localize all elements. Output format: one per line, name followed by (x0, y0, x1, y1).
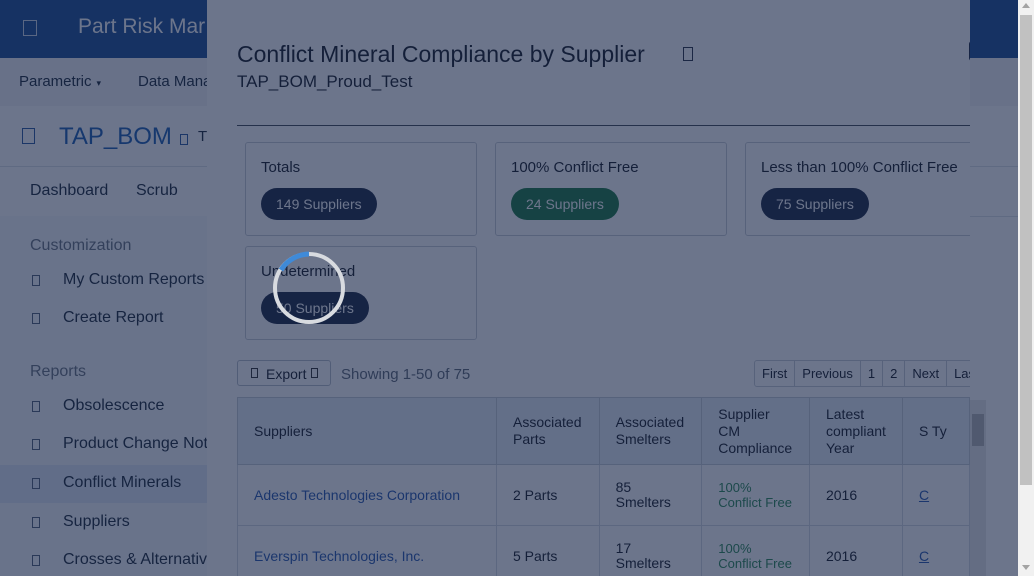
compliance-cell: 100% Conflict Free (701, 525, 810, 576)
sidebar-item-crosses-alternatives[interactable]: Crosses & Alternativ (0, 542, 207, 580)
col-associated-parts[interactable]: Associated Parts (496, 397, 600, 465)
divider (237, 125, 970, 126)
compliance-cell: 100% Conflict Free (701, 464, 810, 526)
sidebar-item-label: Crosses & Alternativ (63, 551, 208, 568)
supplier-table: Suppliers Associated Parts Associated Sm… (237, 397, 970, 576)
tab-dashboard[interactable]: Dashboard (30, 182, 108, 200)
supplier-icon (32, 517, 40, 528)
obsolescence-icon (32, 401, 40, 412)
supplier-table-wrap: Suppliers Associated Parts Associated Sm… (237, 397, 970, 576)
year-cell: 2016 (808, 525, 903, 576)
page-next[interactable]: Next (905, 361, 948, 386)
totals-badge[interactable]: 149 Suppliers (261, 188, 377, 220)
card-totals: Totals 149 Suppliers (245, 142, 477, 236)
sidebar-item-product-change-notices[interactable]: Product Change Not (0, 426, 208, 464)
bom-icon (22, 128, 35, 144)
showing-count: Showing 1-50 of 75 (341, 366, 471, 383)
table-row: Adesto Technologies Corporation 2 Parts … (237, 464, 970, 526)
card-label: 100% Conflict Free (511, 159, 639, 176)
sidebar-item-my-custom-reports[interactable]: My Custom Reports (0, 262, 207, 300)
app-title: Part Risk Mar (78, 15, 206, 38)
col-associated-smelters[interactable]: Associated Smelters (598, 397, 703, 465)
loading-spinner-icon (273, 251, 345, 324)
card-less-than-conflict-free: Less than 100% Conflict Free 75 Supplier… (745, 142, 970, 236)
conflict-free-badge[interactable]: 24 Suppliers (511, 188, 619, 220)
col-supplier-cm-compliance[interactable]: Supplier CM Compliance (701, 397, 810, 465)
type-link[interactable]: C (901, 464, 970, 526)
plus-icon (32, 313, 40, 324)
crosses-icon (32, 555, 40, 566)
table-scrollbar[interactable] (970, 400, 986, 576)
parts-cell: 2 Parts (496, 464, 600, 526)
year-cell: 2016 (808, 464, 903, 526)
close-button[interactable] (969, 41, 970, 61)
page-first[interactable]: First (755, 361, 796, 386)
chevron-down-icon (311, 368, 318, 378)
pagination: First Previous 1 2 Next Last (754, 360, 970, 387)
sidebar-heading-reports: Reports (30, 363, 87, 380)
scroll-down-icon[interactable] (1022, 565, 1030, 570)
col-supplier-type[interactable]: S Ty (901, 397, 970, 465)
edit-icon[interactable] (180, 134, 188, 145)
sidebar-item-suppliers[interactable]: Suppliers (0, 504, 207, 542)
info-icon[interactable] (683, 47, 693, 61)
sidebar-item-label: Obsolescence (63, 397, 165, 414)
page-previous[interactable]: Previous (795, 361, 861, 386)
sidebar-item-label: Create Report (63, 309, 164, 326)
parts-cell: 5 Parts (496, 525, 600, 576)
page-scrollbar-thumb[interactable] (1020, 15, 1032, 485)
sidebar-item-conflict-minerals[interactable]: Conflict Minerals (0, 465, 207, 503)
nav-data-management[interactable]: Data Mana (138, 73, 211, 90)
export-label: Export (266, 366, 307, 382)
sidebar-item-create-report[interactable]: Create Report (0, 300, 207, 338)
sidebar-item-label: My Custom Reports (63, 271, 205, 288)
sidebar-item-label: Conflict Minerals (63, 474, 182, 491)
page-scrollbar[interactable] (1018, 0, 1034, 576)
mineral-icon (32, 478, 40, 489)
smelters-cell: 17 Smelters (598, 525, 703, 576)
page-last[interactable]: Last (947, 361, 970, 386)
report-icon (32, 275, 40, 286)
sidebar-item-label: Product Change Not (63, 435, 208, 452)
supplier-link[interactable]: Adesto Technologies Corporation (237, 464, 497, 526)
card-label: Less than 100% Conflict Free (761, 159, 958, 176)
card-label: Totals (261, 159, 301, 176)
table-header-row: Suppliers Associated Parts Associated Sm… (237, 397, 970, 465)
bom-title: TAP_BOM (59, 123, 172, 150)
table-row: Everspin Technologies, Inc. 5 Parts 17 S… (237, 525, 970, 576)
sidebar-heading-customization: Customization (30, 237, 132, 254)
modal-title: Conflict Mineral Compliance by Supplier (237, 41, 645, 67)
less-conflict-free-badge[interactable]: 75 Suppliers (761, 188, 869, 220)
chevron-down-icon: ▾ (96, 78, 102, 88)
col-latest-compliant-year[interactable]: Latest compliant Year (808, 397, 903, 465)
col-suppliers[interactable]: Suppliers (237, 397, 497, 465)
table-scrollbar-thumb[interactable] (972, 414, 984, 446)
bom-suffix: T (198, 128, 208, 145)
menu-icon[interactable] (23, 20, 37, 36)
tab-scrub[interactable]: Scrub (136, 182, 178, 200)
scroll-up-icon[interactable] (1022, 3, 1030, 8)
smelters-cell: 85 Smelters (598, 464, 703, 526)
card-conflict-free: 100% Conflict Free 24 Suppliers (495, 142, 727, 236)
page-1[interactable]: 1 (861, 361, 884, 386)
export-icon (251, 368, 258, 378)
type-link[interactable]: C (901, 525, 970, 576)
sidebar-item-label: Suppliers (63, 513, 130, 530)
sidebar: Customization My Custom Reports Create R… (0, 216, 208, 576)
page-2[interactable]: 2 (883, 361, 906, 386)
nav-parametric[interactable]: Parametric ▾ (19, 73, 101, 90)
modal-subtitle: TAP_BOM_Proud_Test (237, 72, 413, 91)
supplier-link[interactable]: Everspin Technologies, Inc. (237, 525, 497, 576)
sidebar-item-obsolescence[interactable]: Obsolescence (0, 388, 207, 426)
pcn-icon (32, 439, 40, 450)
export-button[interactable]: Export (237, 360, 331, 386)
